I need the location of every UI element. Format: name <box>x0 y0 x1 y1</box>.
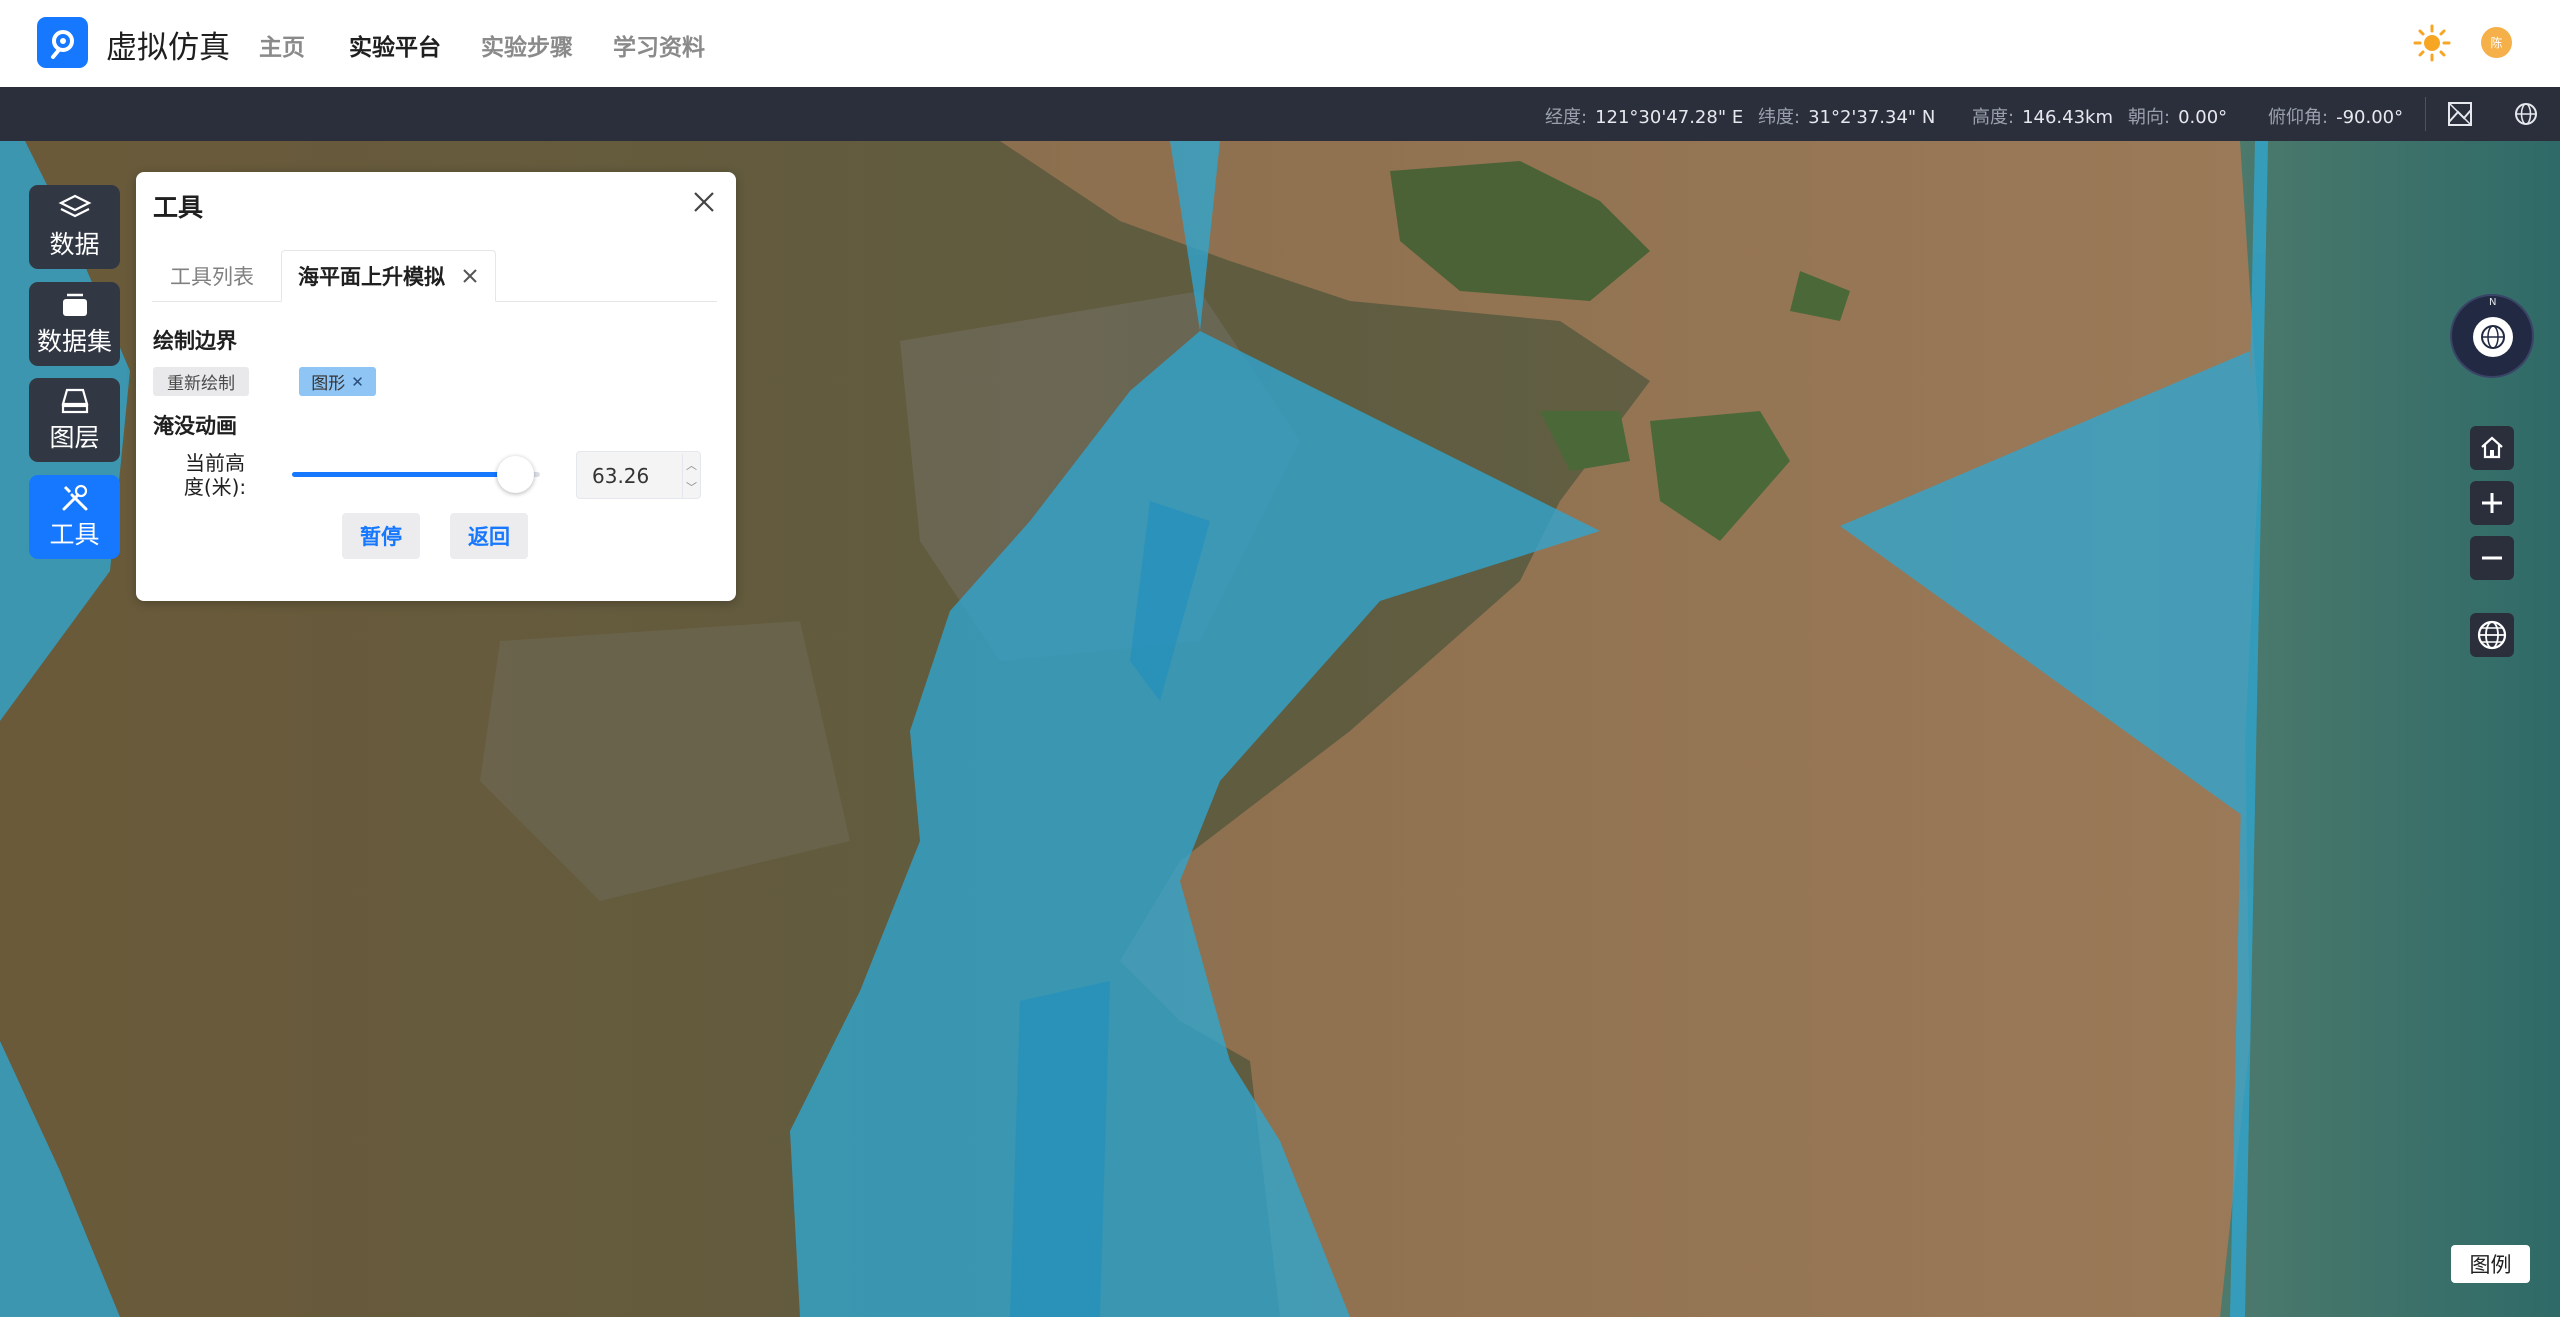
tab-tool-list[interactable]: 工具列表 <box>170 250 254 302</box>
height-number-input[interactable]: 63.26 ︿ ﹀ <box>576 451 701 499</box>
height-slider-fill <box>292 472 516 477</box>
zoom-out-button[interactable] <box>2470 536 2514 580</box>
top-navigation-bar: 虚拟仿真 主页 实验平台 实验步骤 学习资料 陈 <box>0 0 2560 87</box>
shape-tag[interactable]: 图形 ✕ <box>299 367 376 396</box>
tools-icon <box>62 484 87 511</box>
pause-button[interactable]: 暂停 <box>342 513 420 559</box>
coordinate-status-bar: 经度: 121°30'47.28" E 纬度: 31°2'37.34" N 高度: 1… <box>0 87 2560 141</box>
rail-dataset-button[interactable]: 数据集 <box>29 282 120 366</box>
close-icon[interactable] <box>690 188 718 216</box>
minus-icon <box>2482 556 2502 560</box>
rail-layer-button[interactable]: 图层 <box>29 378 120 462</box>
panel-title: 工具 <box>153 193 204 222</box>
tool-panel: 工具 工具列表 海平面上升模拟 绘制边界 重新绘制 图形 ✕ 淹没动画 当前高度(… <box>136 172 736 601</box>
shape-tag-label: 图形 <box>311 374 346 394</box>
panel-tabs: 工具列表 海平面上升模拟 <box>152 250 717 302</box>
app-logo-icon[interactable] <box>37 17 88 68</box>
stepper-up-icon[interactable]: ︿ <box>686 457 697 473</box>
back-button[interactable]: 返回 <box>450 513 528 559</box>
tag-close-icon[interactable]: ✕ <box>351 373 364 391</box>
number-stepper[interactable]: ︿ ﹀ <box>682 454 700 498</box>
flood-animation-heading: 淹没动画 <box>153 414 237 438</box>
map-image-icon[interactable] <box>2446 100 2474 128</box>
plus-icon <box>2482 493 2502 513</box>
layers-icon <box>58 194 91 218</box>
compass-globe-icon[interactable] <box>2473 317 2513 357</box>
tab-sea-level-rise-label: 海平面上升模拟 <box>298 265 445 289</box>
rail-layer-label: 图层 <box>49 423 100 452</box>
nav-home[interactable]: 主页 <box>259 28 305 62</box>
nav-learning-materials[interactable]: 学习资料 <box>613 28 705 62</box>
redraw-button[interactable]: 重新绘制 <box>153 367 249 396</box>
current-height-label: 当前高度(米): <box>183 451 247 499</box>
nav-experiment-steps[interactable]: 实验步骤 <box>481 28 573 62</box>
home-button[interactable] <box>2470 426 2514 470</box>
rail-dataset-label: 数据集 <box>36 327 112 356</box>
rail-data-label: 数据 <box>49 230 100 259</box>
compass-north-mark: N <box>2489 297 2497 308</box>
rail-tools-button[interactable]: 工具 <box>29 475 120 559</box>
pitch-readout: 俯仰角: -90.00° <box>2268 107 2404 128</box>
zoom-in-button[interactable] <box>2470 481 2514 525</box>
rail-tools-label: 工具 <box>49 520 100 549</box>
altitude-readout: 高度: 146.43km <box>1972 107 2114 128</box>
home-icon <box>2481 436 2503 459</box>
height-value: 63.26 <box>592 464 650 488</box>
status-divider <box>2425 97 2426 131</box>
heading-readout: 朝向: 0.00° <box>2128 107 2228 128</box>
height-slider-thumb[interactable] <box>497 456 535 493</box>
tab-close-icon[interactable] <box>461 267 479 285</box>
latitude-readout: 纬度: 31°2'37.34" N <box>1758 107 1936 128</box>
globe-icon <box>2477 620 2507 650</box>
app-title: 虚拟仿真 <box>106 30 230 66</box>
compass-widget[interactable]: N <box>2450 294 2534 378</box>
longitude-readout: 经度: 121°30'47.28" E <box>1545 107 1744 128</box>
layer-icon <box>61 388 88 414</box>
height-slider[interactable] <box>292 456 540 493</box>
rail-data-button[interactable]: 数据 <box>29 185 120 269</box>
user-avatar[interactable]: 陈 <box>2481 27 2512 58</box>
globe-settings-icon[interactable] <box>2512 100 2540 128</box>
legend-button[interactable]: 图例 <box>2451 1245 2530 1283</box>
theme-sun-icon[interactable] <box>2413 24 2451 62</box>
tab-sea-level-rise[interactable]: 海平面上升模拟 <box>281 250 496 302</box>
nav-experiment-platform[interactable]: 实验平台 <box>349 28 441 62</box>
draw-boundary-heading: 绘制边界 <box>153 329 237 353</box>
globe-view-button[interactable] <box>2470 613 2514 657</box>
dataset-icon <box>62 293 87 316</box>
stepper-down-icon[interactable]: ﹀ <box>686 479 697 495</box>
